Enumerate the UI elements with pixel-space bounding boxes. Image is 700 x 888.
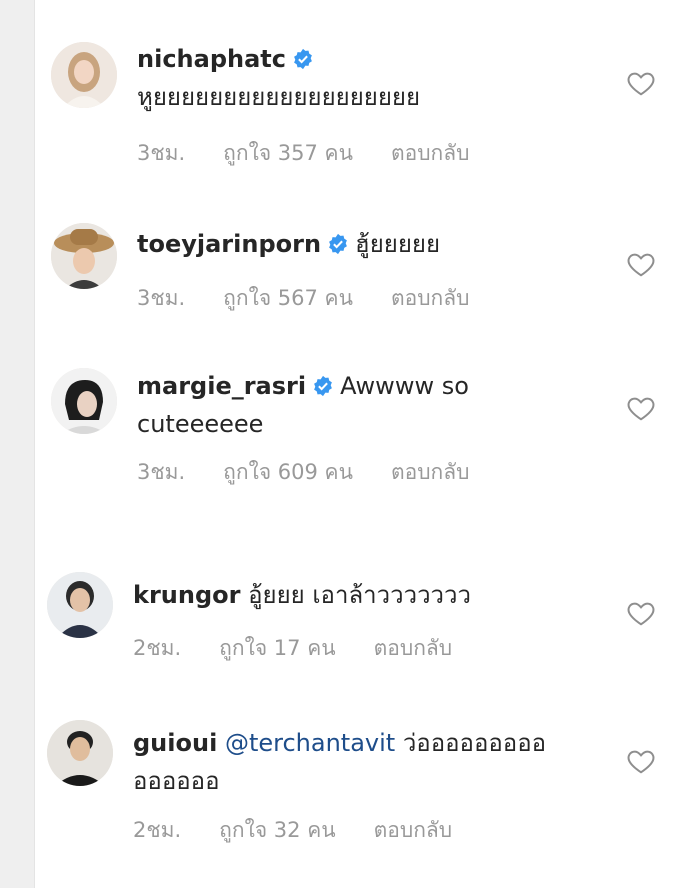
like-heart-icon[interactable] bbox=[626, 746, 656, 776]
comment-text: krungor อู้ยยย เอาล้าววววววว bbox=[133, 576, 613, 614]
likes-count[interactable]: ถูกใจ 357 คน bbox=[223, 141, 353, 165]
likes-count[interactable]: ถูกใจ 17 คน bbox=[219, 636, 335, 660]
reply-button[interactable]: ตอบกลับ bbox=[374, 818, 453, 842]
comment-meta: 2ชม. ถูกใจ 32 คน ตอบกลับ bbox=[133, 814, 490, 847]
username[interactable]: krungor bbox=[133, 581, 240, 609]
likes-count[interactable]: ถูกใจ 567 คน bbox=[223, 286, 353, 310]
comment-meta: 2ชม. ถูกใจ 17 คน ตอบกลับ bbox=[133, 632, 490, 665]
reply-button[interactable]: ตอบกลับ bbox=[391, 141, 470, 165]
verified-badge-icon bbox=[327, 233, 349, 255]
username[interactable]: nichaphatc bbox=[137, 45, 286, 73]
like-heart-icon[interactable] bbox=[626, 68, 656, 98]
timestamp[interactable]: 2ชม. bbox=[133, 636, 181, 660]
comment-body-continued: ออออออ bbox=[133, 767, 220, 795]
comment-text: guioui @terchantavit ว่อออออออออ ออออออ bbox=[133, 724, 613, 800]
reply-button[interactable]: ตอบกลับ bbox=[391, 286, 470, 310]
reply-button[interactable]: ตอบกลับ bbox=[391, 460, 470, 484]
like-heart-icon[interactable] bbox=[626, 598, 656, 628]
comment-text: margie_rasri Awwww so cuteeeeee bbox=[137, 367, 617, 443]
comment-body: ว่อออออออออ bbox=[402, 729, 547, 757]
comment-body: อู้ยยย เอาล้าววววววว bbox=[248, 581, 471, 609]
likes-count[interactable]: ถูกใจ 609 คน bbox=[223, 460, 353, 484]
like-heart-icon[interactable] bbox=[626, 393, 656, 423]
comment-meta: 3ชม. ถูกใจ 567 คน ตอบกลับ bbox=[137, 282, 507, 315]
comment-body-continued: cuteeeeee bbox=[137, 410, 264, 438]
timestamp[interactable]: 3ชม. bbox=[137, 141, 185, 165]
comment-text: toeyjarinporn ฮู้ยยยยย bbox=[137, 225, 607, 263]
like-heart-icon[interactable] bbox=[626, 249, 656, 279]
username[interactable]: toeyjarinporn bbox=[137, 230, 321, 258]
timestamp[interactable]: 3ชม. bbox=[137, 286, 185, 310]
comment-meta: 3ชม. ถูกใจ 357 คน ตอบกลับ bbox=[137, 137, 507, 170]
left-edge-bar bbox=[0, 0, 35, 888]
comment-body: ฮู้ยยยยย bbox=[355, 230, 441, 258]
avatar[interactable] bbox=[51, 223, 117, 289]
likes-count[interactable]: ถูกใจ 32 คน bbox=[219, 818, 335, 842]
avatar[interactable] bbox=[47, 720, 113, 786]
avatar[interactable] bbox=[47, 572, 113, 638]
username[interactable]: margie_rasri bbox=[137, 372, 306, 400]
verified-badge-icon bbox=[292, 48, 314, 70]
mention-link[interactable]: @terchantavit bbox=[225, 729, 395, 757]
verified-badge-icon bbox=[312, 375, 334, 397]
comment-text: nichaphatc หูยยยยยยยยยยยยยยยยยยย bbox=[137, 40, 607, 116]
username[interactable]: guioui bbox=[133, 729, 217, 757]
timestamp[interactable]: 2ชม. bbox=[133, 818, 181, 842]
comment-body: หูยยยยยยยยยยยยยยยยยยย bbox=[137, 83, 421, 111]
comment-body: Awwww so bbox=[340, 372, 469, 400]
reply-button[interactable]: ตอบกลับ bbox=[374, 636, 453, 660]
comment-meta: 3ชม. ถูกใจ 609 คน ตอบกลับ bbox=[137, 456, 507, 489]
avatar[interactable] bbox=[51, 42, 117, 108]
avatar[interactable] bbox=[51, 368, 117, 434]
timestamp[interactable]: 3ชม. bbox=[137, 460, 185, 484]
